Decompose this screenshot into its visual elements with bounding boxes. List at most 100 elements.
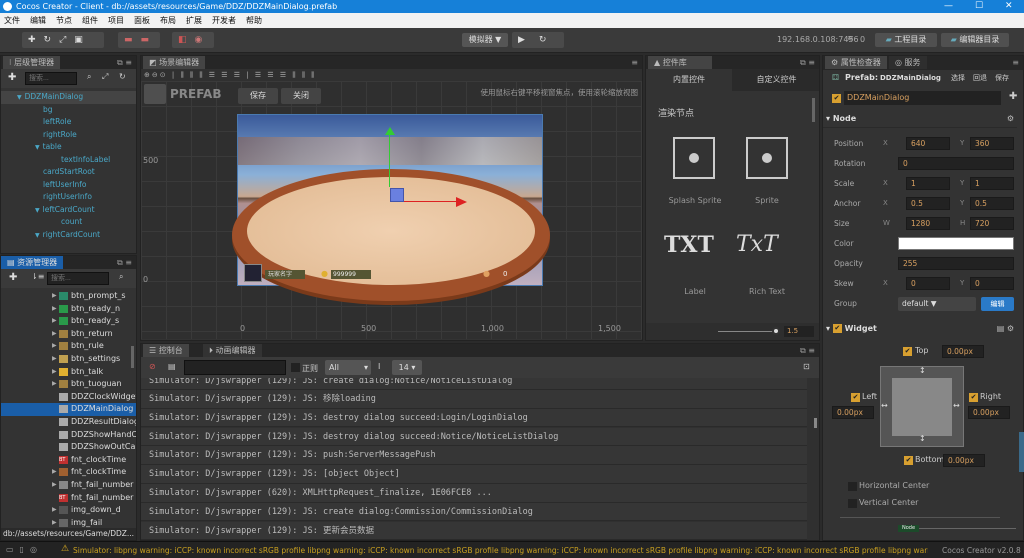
- expand-icon[interactable]: ⤢: [102, 72, 108, 82]
- size-w-input[interactable]: 1280: [906, 217, 950, 230]
- minimize-button[interactable]: —: [944, 0, 953, 13]
- prefab-save-button[interactable]: 保存: [238, 88, 278, 104]
- menu-layout[interactable]: 布局: [160, 13, 176, 28]
- tab-builtin-widgets[interactable]: 内置控件: [646, 69, 732, 91]
- expand-arrow-icon[interactable]: ▶: [52, 479, 57, 492]
- status-message[interactable]: Simulator: libpng warning: iCCP: known i…: [73, 546, 928, 555]
- assets-search-input[interactable]: [47, 272, 109, 285]
- horizontal-center-checkbox[interactable]: [848, 482, 857, 491]
- label-icon[interactable]: TXT: [664, 232, 714, 258]
- rotate-tool-icon[interactable]: ↻: [44, 35, 52, 45]
- tree-node[interactable]: ▼ leftCardCount: [1, 204, 136, 217]
- rect-tool-icon[interactable]: ▣: [74, 35, 83, 45]
- asset-item[interactable]: DDZShowOutCard: [1, 441, 136, 454]
- menu-extension[interactable]: 扩展: [186, 13, 202, 28]
- tree-node[interactable]: textInfoLabel: [1, 154, 136, 167]
- expand-arrow-icon[interactable]: ▶: [52, 466, 57, 479]
- prefab-close-button[interactable]: 关闭: [281, 88, 321, 104]
- refresh-icon[interactable]: ↻: [539, 35, 547, 45]
- tree-node[interactable]: leftRole: [1, 116, 136, 129]
- panel-menu-icon[interactable]: ≡: [631, 56, 638, 69]
- skew-x-input[interactable]: 0: [906, 277, 950, 290]
- add-component-icon[interactable]: ✚: [1009, 91, 1017, 102]
- tree-node[interactable]: ▼ rightCardCount: [1, 229, 136, 242]
- status-icons[interactable]: ▭▯◎: [6, 545, 43, 554]
- font-size-select[interactable]: 14 ▾: [392, 360, 422, 375]
- simulator-select[interactable]: 模拟器 ▼: [462, 33, 508, 47]
- tab-inspector[interactable]: ⚙ 属性检查器: [825, 56, 887, 69]
- expand-arrow-icon[interactable]: ▶: [52, 504, 57, 517]
- scene-canvas[interactable]: PREFAB 保存 关闭 使用鼠标右键平移视窗焦点，使用滚轮缩放视图 500 0…: [141, 81, 642, 339]
- panel-menu-icon[interactable]: ≡: [1012, 56, 1019, 69]
- tree-node[interactable]: count: [1, 216, 136, 229]
- console-filter-input[interactable]: [184, 360, 286, 375]
- anchor-y-input[interactable]: 0.5: [970, 197, 1014, 210]
- asset-item[interactable]: DDZResultDialog: [1, 416, 136, 429]
- console-scrollbar[interactable]: [814, 418, 817, 428]
- gizmo-x-arrow-icon[interactable]: [456, 197, 467, 207]
- gizmo-3d-icon[interactable]: ◉: [195, 35, 203, 45]
- menu-node[interactable]: 节点: [56, 13, 72, 28]
- project-dir-button[interactable]: ▰ 工程目录: [875, 33, 937, 47]
- prefab-select-button[interactable]: 选择: [951, 73, 965, 83]
- tab-animation-editor[interactable]: ⏵ 动画编辑器: [203, 344, 262, 357]
- widget-enabled-checkbox[interactable]: ✔: [832, 324, 842, 333]
- widget-library-scrollbar[interactable]: [812, 98, 815, 122]
- position-y-input[interactable]: 360: [970, 137, 1014, 150]
- tree-node[interactable]: leftUserInfo: [1, 179, 136, 192]
- asset-item[interactable]: ▶ img_down_d: [1, 504, 136, 517]
- group-select[interactable]: default ▼: [898, 297, 976, 311]
- add-node-icon[interactable]: ✚: [8, 72, 16, 83]
- pivot-icon[interactable]: ▬: [124, 35, 133, 45]
- tab-console[interactable]: ☰ 控制台: [143, 344, 189, 357]
- asset-item[interactable]: DDZShowHandCard: [1, 429, 136, 442]
- opacity-input[interactable]: 255: [898, 257, 1014, 270]
- expand-arrow-icon[interactable]: ▶: [52, 366, 57, 379]
- asset-item[interactable]: ▶ btn_prompt_s: [1, 290, 136, 303]
- left-checkbox[interactable]: ✔: [851, 393, 860, 402]
- menu-edit[interactable]: 编辑: [30, 13, 46, 28]
- refresh-icon[interactable]: ↻: [119, 72, 126, 81]
- search-icon[interactable]: ⌕: [87, 72, 91, 82]
- scale-y-input[interactable]: 1: [970, 177, 1014, 190]
- sort-icon[interactable]: ⇂≡: [31, 272, 44, 281]
- inspector-scrollbar[interactable]: [1019, 432, 1024, 472]
- expand-arrow-icon[interactable]: ▶: [52, 340, 57, 353]
- close-button[interactable]: ✕: [1005, 0, 1013, 13]
- size-h-input[interactable]: 720: [970, 217, 1014, 230]
- tab-assets[interactable]: ▤ 资源管理器: [1, 256, 64, 269]
- menu-component[interactable]: 组件: [82, 13, 98, 28]
- gizmo-center-handle[interactable]: [390, 188, 404, 202]
- rich-text-icon[interactable]: TxT: [736, 232, 778, 257]
- local-icon[interactable]: ▬: [141, 35, 150, 45]
- tree-node[interactable]: bg: [1, 104, 136, 117]
- gizmo-y-axis[interactable]: [389, 133, 390, 187]
- menu-help[interactable]: 帮助: [246, 13, 262, 28]
- expand-arrow-icon[interactable]: ▶: [52, 290, 57, 303]
- panel-menu-icon[interactable]: ⧉ ≡: [117, 56, 132, 69]
- hierarchy-search-input[interactable]: [25, 72, 77, 85]
- zoom-out-icon[interactable]: ⊖: [152, 71, 160, 79]
- right-input[interactable]: 0.00px: [968, 406, 1010, 419]
- prefab-revert-button[interactable]: 回退: [973, 73, 987, 83]
- align-icons[interactable]: ⫼ ⫼ ⫼ ☰ ☰ ☰ | ☰ ☰ ☰ ⫼ ⫼ ⫼: [180, 71, 316, 79]
- anchor-x-input[interactable]: 0.5: [906, 197, 950, 210]
- panel-menu-icon[interactable]: ⧉ ≡: [800, 56, 815, 69]
- panel-menu-icon[interactable]: ⧉ ≡: [117, 256, 132, 269]
- top-input[interactable]: 0.00px: [942, 345, 984, 358]
- scale-tool-icon[interactable]: ⤢: [59, 35, 66, 45]
- zoom-slider-handle[interactable]: [772, 327, 780, 335]
- color-swatch[interactable]: [898, 237, 1014, 250]
- expand-arrow-icon[interactable]: ▶: [52, 517, 57, 528]
- asset-item[interactable]: DDZClockWidget: [1, 391, 136, 404]
- expand-arrow-icon[interactable]: ▼: [35, 207, 40, 214]
- asset-item[interactable]: ▶ btn_ready_n: [1, 303, 136, 316]
- widget-actions-icon[interactable]: ▤ ⚙: [997, 324, 1014, 333]
- asset-item[interactable]: ▶ fnt_clockTime: [1, 466, 136, 479]
- expand-arrow-icon[interactable]: ▼: [35, 232, 40, 239]
- top-checkbox[interactable]: ✔: [903, 347, 912, 356]
- asset-item[interactable]: BT fnt_fail_number: [1, 492, 136, 505]
- tree-node[interactable]: rightRole: [1, 129, 136, 142]
- tab-services[interactable]: ◎ 服务: [889, 56, 927, 69]
- tab-widget-library[interactable]: ▲ 控件库: [648, 56, 712, 69]
